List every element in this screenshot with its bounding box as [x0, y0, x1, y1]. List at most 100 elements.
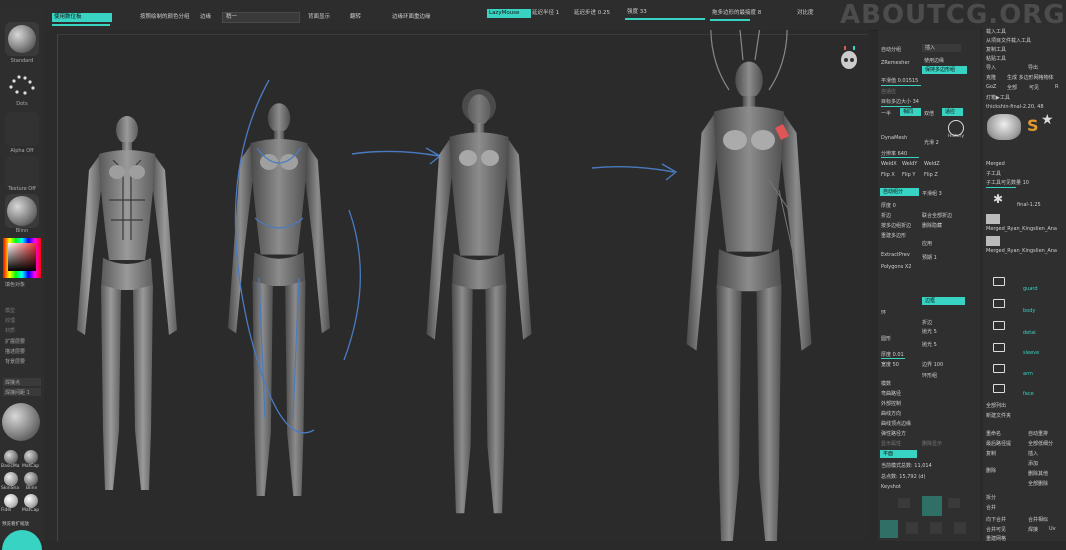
r-button[interactable]: R — [1055, 84, 1058, 90]
delete-display-label[interactable]: 删除显示 — [922, 440, 942, 447]
mat-blinn-icon[interactable] — [24, 472, 38, 486]
subtool-thumb-2[interactable] — [986, 236, 1000, 246]
flatten-all-button[interactable]: 联合全部折边 — [922, 212, 952, 219]
target-poly-slider[interactable]: 目标多边大小 34 — [881, 98, 919, 105]
flipx-button[interactable]: Flip X — [881, 172, 895, 178]
smooth-groups-slider[interactable]: 平滑组 3 — [922, 190, 942, 197]
subdiv-slider[interactable]: 光滑 2 — [924, 139, 939, 146]
spiral-toggle[interactable]: 圆形 — [881, 335, 891, 342]
display-props-label[interactable]: 显示属性 — [881, 440, 901, 447]
resolution-slider[interactable]: 分辨率 640 — [881, 150, 907, 157]
thickness2-slider[interactable]: 厚度 0.01 — [881, 351, 904, 358]
delete-button[interactable]: 删除 — [986, 467, 996, 474]
merge-down-button[interactable]: 向下合并 — [986, 516, 1006, 523]
star-tool-icon[interactable]: ★ — [1041, 112, 1054, 128]
folder-body[interactable]: body — [1023, 308, 1035, 314]
weldx-button[interactable]: WeldX — [881, 161, 897, 167]
bottom-icon-4[interactable] — [954, 522, 966, 534]
polish-slider-2[interactable]: 抛光 5 — [922, 341, 937, 348]
lightbox-tool-button[interactable]: 灯箱▶工具 — [986, 94, 1010, 101]
back-display-toggle[interactable]: 背面显示 — [306, 13, 332, 22]
lazymouse-button[interactable]: LazyMouse — [487, 9, 531, 18]
half-button[interactable]: 一半 — [881, 110, 891, 117]
menu-model[interactable]: 模型 — [5, 307, 15, 314]
curve-vertex-edge-label[interactable]: 曲线顶点边缘 — [881, 420, 911, 427]
folder-face[interactable]: face — [1023, 391, 1034, 397]
list-all-button[interactable]: 全部列出 — [986, 402, 1006, 409]
mat-fidel-icon[interactable] — [4, 494, 18, 508]
create-multi-button[interactable]: 生成 多边形网格物体 — [1007, 74, 1054, 81]
menu-describe[interactable]: 描述层要 — [5, 348, 25, 355]
rename-button[interactable]: 重命名 — [986, 430, 1001, 437]
load-tool-button[interactable]: 载入工具 — [986, 28, 1006, 35]
simple-brush-icon[interactable]: S — [1027, 116, 1039, 135]
tool-name-slider[interactable]: thickshin-final-2.20, 48 — [986, 104, 1044, 110]
auto-reorder-button[interactable]: 自动重排 — [1028, 430, 1048, 437]
symmetry-label[interactable]: 对比度 — [795, 9, 816, 18]
subtool-count-bar[interactable] — [986, 187, 1016, 188]
adapt-button[interactable]: 适应 — [942, 108, 963, 116]
external-control-label[interactable]: 外部控制 — [881, 400, 901, 407]
keyshot-button[interactable]: Keyshot — [881, 484, 901, 490]
resolution-bar[interactable] — [881, 157, 919, 158]
tool-thumbnail[interactable] — [987, 114, 1021, 140]
double-button[interactable]: 双倍 — [924, 110, 934, 117]
edge-loop-toggle[interactable]: 边缘环面重边缘 — [390, 13, 433, 22]
thickness-slider[interactable]: 厚度 0 — [881, 202, 896, 209]
render-icon-1[interactable] — [898, 498, 910, 508]
clone-button[interactable]: 克隆 — [986, 74, 996, 81]
zremesher-button[interactable]: ZRemesher — [881, 60, 910, 66]
folder-body-icon[interactable] — [993, 299, 1005, 308]
extract-prev-button[interactable]: ExtractPrev — [881, 252, 910, 258]
import-button[interactable]: 导入 — [986, 64, 996, 71]
skull-nav-icon[interactable] — [841, 46, 857, 69]
load-from-project-button[interactable]: 从项目文件载入工具 — [986, 37, 1031, 44]
brush-radius-slider[interactable]: 拖多边形的最接度 8 — [710, 9, 763, 18]
new-folder-button[interactable]: 新建文件夹 — [986, 412, 1011, 419]
mat-skin-icon[interactable] — [4, 472, 18, 486]
material-preview-large[interactable] — [2, 403, 40, 441]
topo-label[interactable]: 模数 — [881, 380, 891, 387]
adaptive-toggle[interactable]: 自适应 — [881, 88, 896, 95]
weldz-button[interactable]: WeldZ — [924, 161, 940, 167]
folder-arm[interactable]: arm — [1023, 371, 1033, 377]
grouped-toggle[interactable]: 折边 — [922, 319, 932, 326]
weld-toggle[interactable]: 焊接 — [1028, 526, 1038, 533]
apply-button[interactable]: 应用 — [922, 240, 932, 247]
lazy-step-slider[interactable]: 延迟步进 0.25 — [572, 9, 612, 18]
bottom-icon-2[interactable] — [906, 522, 918, 534]
brush-standard-button[interactable] — [5, 22, 39, 56]
rebuild-button[interactable]: 重建多边形 — [881, 232, 906, 239]
subtool-final[interactable]: final-1.25 — [1017, 202, 1041, 208]
preview-slider[interactable]: 预期 1 — [922, 254, 937, 261]
folder-detail-icon[interactable] — [993, 321, 1005, 330]
alpha-button[interactable] — [5, 112, 39, 146]
folder-arm-icon[interactable] — [993, 364, 1005, 373]
folder-sleeve-icon[interactable] — [993, 343, 1005, 352]
copy-tool-button[interactable]: 复制工具 — [986, 46, 1006, 53]
color-group-button[interactable]: 按照绘制的颜色分组 — [138, 13, 192, 22]
visible-button[interactable]: 可见 — [1029, 84, 1039, 91]
thickness2-bar[interactable] — [881, 358, 905, 359]
subtool-header[interactable]: 子工具 — [986, 170, 1001, 177]
all-button[interactable]: 全部 — [1007, 84, 1017, 91]
flipy-button[interactable]: Flip Y — [902, 172, 915, 178]
subtool-merged-2[interactable]: Merged_Ryan_Kingslien_Ana — [986, 248, 1057, 254]
smooth-factor-bar[interactable] — [881, 85, 921, 86]
goz-button[interactable]: GoZ — [986, 84, 996, 90]
paste-tool-button[interactable]: 粘贴工具 — [986, 55, 1006, 62]
menu-material[interactable]: 材质 — [5, 327, 15, 334]
menu-background[interactable]: 背景层要 — [5, 358, 25, 365]
material-button[interactable] — [5, 194, 39, 228]
use-poly-toggle[interactable]: 使用边缘 — [924, 57, 944, 64]
export-button[interactable]: 导出 — [1028, 64, 1038, 71]
strength-slider-bar[interactable] — [625, 18, 705, 20]
subtool-thumb-1[interactable] — [986, 214, 1000, 224]
stroke-dots-button[interactable] — [5, 67, 39, 101]
merge-header[interactable]: 合并 — [986, 504, 996, 511]
smooth-factor-slider[interactable]: 平滑值 0.01515 — [881, 77, 918, 84]
ladder-button[interactable]: 最后路径提 — [986, 440, 1011, 447]
delete-all-button[interactable]: 全部删除 — [1028, 480, 1048, 487]
elastic-path-label[interactable]: 弹性路径方 — [881, 430, 906, 437]
color-square[interactable] — [8, 243, 36, 271]
